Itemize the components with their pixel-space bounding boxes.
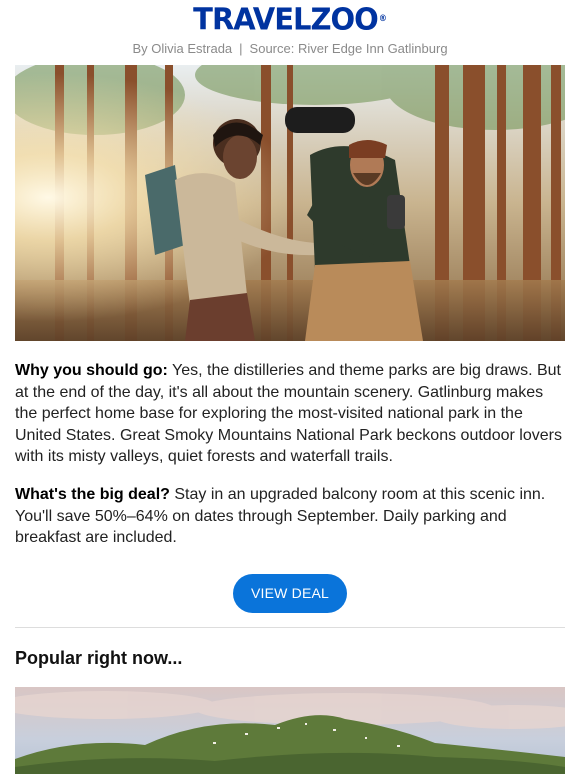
travelzoo-logo[interactable]: TRAVELZOO®	[193, 1, 387, 37]
why-label: Why you should go:	[15, 362, 168, 379]
byline-author: By Olivia Estrada	[132, 41, 233, 56]
registered-mark: ®	[378, 13, 387, 24]
deal-label: What's the big deal?	[15, 486, 170, 503]
header: TRAVELZOO®	[0, 0, 580, 38]
view-deal-button[interactable]: VIEW DEAL	[233, 574, 347, 613]
byline-separator: |	[239, 41, 243, 56]
logo-text: TRAVELZOO	[193, 1, 379, 37]
popular-deal-image-hills[interactable]	[15, 687, 565, 774]
big-deal-paragraph: What's the big deal? Stay in an upgraded…	[15, 484, 563, 549]
byline-source: Source: River Edge Inn Gatlinburg	[249, 41, 448, 56]
why-you-should-go-paragraph: Why you should go: Yes, the distilleries…	[15, 360, 563, 468]
section-divider	[15, 627, 565, 628]
hero-image-hikers[interactable]	[15, 65, 565, 341]
hero-illustration	[15, 65, 565, 341]
byline: By Olivia Estrada | Source: River Edge Inn…	[0, 40, 580, 58]
popular-illustration	[15, 687, 565, 774]
popular-section-title: Popular right now...	[15, 648, 183, 668]
